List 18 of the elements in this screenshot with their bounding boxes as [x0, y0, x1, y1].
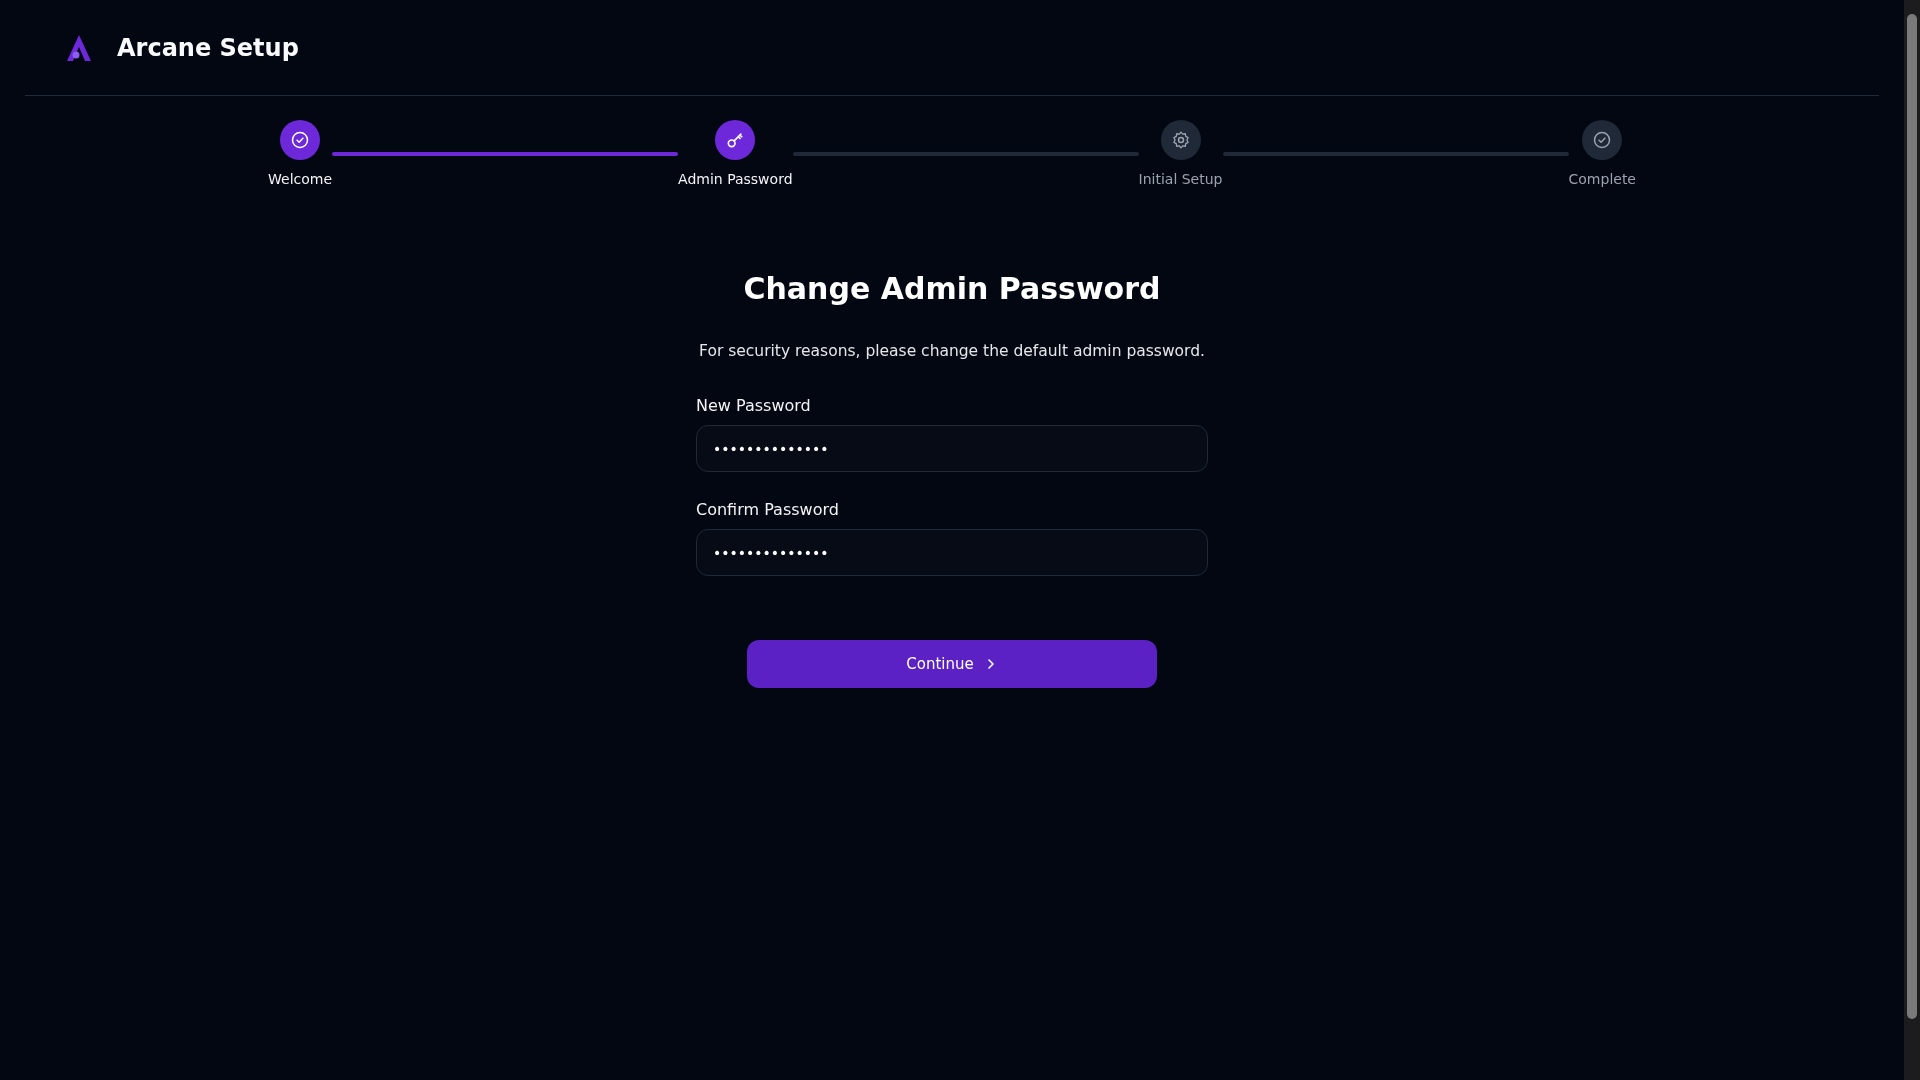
field-label: Confirm Password: [696, 500, 840, 519]
step-label: Admin Password: [678, 171, 793, 187]
gear-icon: [1170, 130, 1191, 150]
field-label: New Password: [696, 396, 812, 415]
continue-button[interactable]: Continue: [747, 640, 1157, 688]
password-field[interactable]: ••••••••••••••: [696, 425, 1208, 472]
step-label: Initial Setup: [1138, 171, 1223, 187]
scrollbar-thumb[interactable]: [1907, 14, 1917, 1019]
check-circle-icon: [290, 130, 310, 150]
page-heading: Change Admin Password: [742, 271, 1162, 306]
logo-icon: [65, 33, 93, 62]
description-text: For security reasons, please change the default admin password.: [698, 342, 1206, 360]
scrollbar[interactable]: [1904, 0, 1920, 1080]
password-field[interactable]: ••••••••••••••: [696, 529, 1208, 576]
step-label: Welcome: [268, 171, 333, 187]
step-label: Complete: [1568, 171, 1636, 187]
check-circle-icon: [1592, 130, 1613, 150]
app-title: Arcane Setup: [117, 33, 299, 62]
